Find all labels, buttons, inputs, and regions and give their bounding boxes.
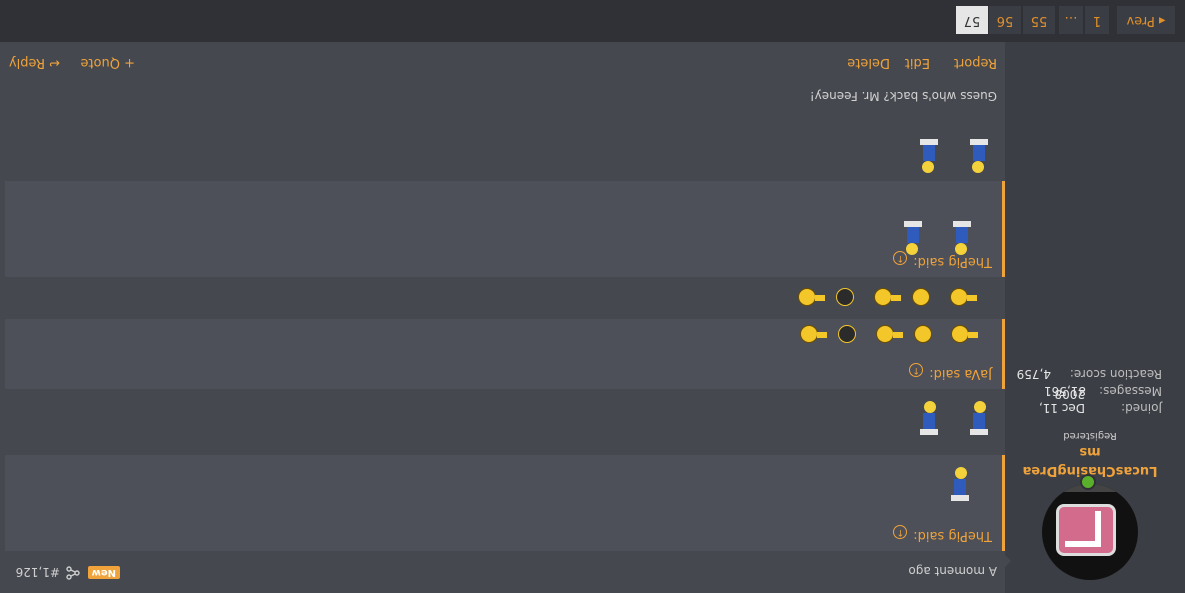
message-body: A moment ago New #1,126 ThePig said: ↑ Ja… [0,42,1005,593]
smiley-icon [912,288,930,306]
smiley-sprite [951,467,969,501]
username-line-2: ms [1079,444,1101,459]
page-57-current[interactable]: 57 [956,6,988,34]
smiley-sprite [904,221,922,255]
quote-author[interactable]: ThePig said: ↑ [893,525,992,543]
quote-block-java: JaVa said: ↑ [5,319,1005,389]
message-text: Guess who's back? Mr. Feeney! [809,89,997,103]
edit-button[interactable]: Edit [905,55,930,70]
smiley-icon [876,325,903,343]
username-link[interactable]: LucasChasingDrea ms [1015,442,1165,480]
smiley-icon [951,325,978,343]
smiley-icon [950,288,977,306]
smiley-sprite [953,221,971,255]
new-badge: New [87,566,120,579]
joined-label: Joined: [1121,401,1162,415]
post-actions: Report Edit Delete + Quote ↩ Reply [0,42,1005,78]
username-line-1: LucasChasingDrea [1022,463,1158,478]
prev-page-button[interactable]: ◂ Prev [1117,6,1175,34]
quote-author[interactable]: JaVa said: ↑ [909,363,992,381]
smiley-icon [874,288,901,306]
reaction-value: 4,759 [1016,367,1051,381]
post-number[interactable]: #1,126 [16,565,60,579]
post-time[interactable]: A moment ago [908,564,997,578]
expand-quote-icon[interactable]: ↑ [893,525,908,539]
page-55-link[interactable]: 55 [1023,6,1055,34]
smiley-icon [914,325,932,343]
quote-button[interactable]: + Quote [80,55,135,70]
smiley-sprite [970,401,988,435]
user-sidebar: LucasChasingDrea ms Registered Joined: D… [1003,42,1185,593]
quote-author-label: ThePig said: [913,528,992,543]
message-header: A moment ago New #1,126 [0,561,1005,593]
messages-label: Messages: [1099,384,1162,398]
page-56-link[interactable]: 56 [989,6,1021,34]
quote-block-thepig-2: ThePig said:↑ [5,181,1005,277]
user-title: Registered [1063,430,1117,441]
smiley-sprite [920,401,938,435]
share-icon[interactable] [66,566,80,580]
messages-value: 81,561 [1044,384,1086,398]
avatar-logo-icon [1056,504,1116,556]
forum-post-view: ◂ Prev 1 … 55 56 57 LucasChasingDrea ms … [0,0,1185,593]
quote-block-thepig-1: ThePig said: ↑ [5,455,1005,551]
quote-author-label: JaVa said: [929,366,992,381]
page-1-link[interactable]: 1 [1085,6,1109,34]
pagination-bar: ◂ Prev 1 … 55 56 57 [0,0,1185,42]
smiley-icon [800,325,827,343]
page-ellipsis: … [1059,6,1083,34]
expand-quote-icon[interactable]: ↑ [909,363,924,377]
report-button[interactable]: Report [954,55,997,70]
avatar[interactable] [1042,484,1138,580]
reaction-label: Reaction score: [1069,367,1162,381]
delete-button[interactable]: Delete [847,55,890,70]
smiley-sprite [920,139,938,173]
quote-author-label: ThePig said: [913,254,992,269]
smiley-icon [838,325,856,343]
smiley-icon [798,288,825,306]
reply-button[interactable]: ↩ Reply [9,55,60,70]
smiley-icon [836,288,854,306]
smiley-sprite [970,139,988,173]
